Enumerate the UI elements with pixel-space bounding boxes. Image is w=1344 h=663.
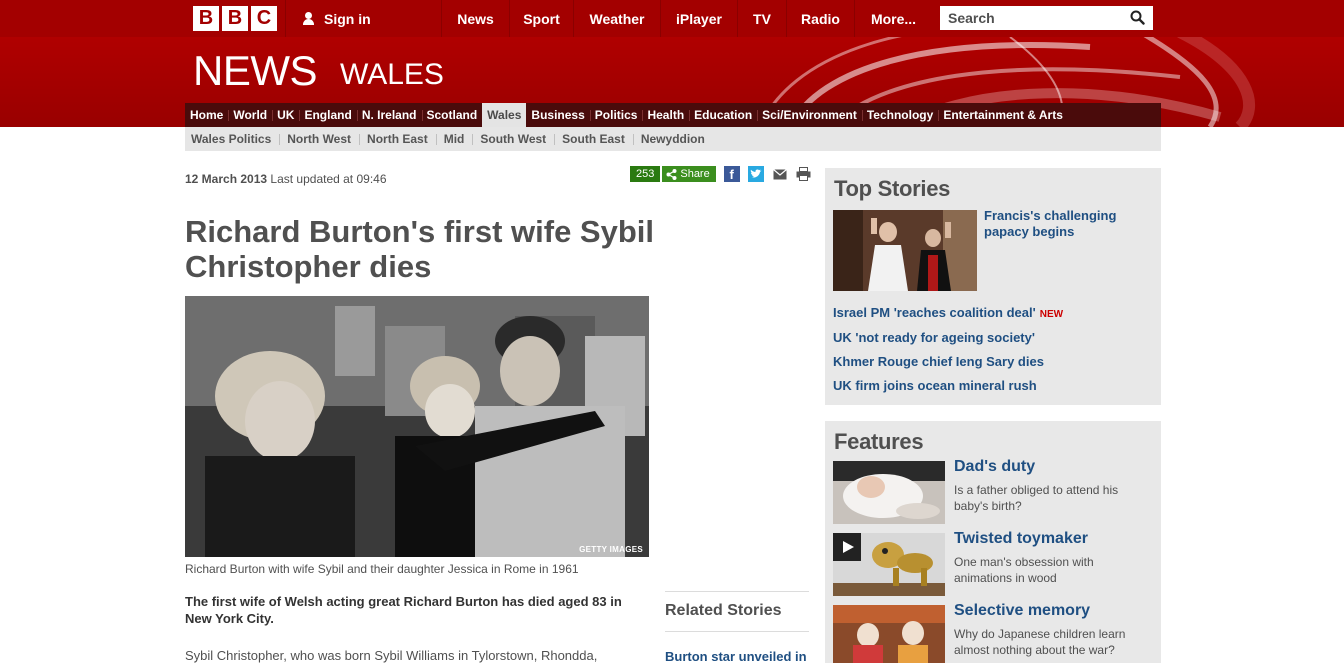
global-nav-more[interactable]: More... <box>855 0 932 37</box>
story-headline: Richard Burton's first wife Sybil Christ… <box>185 214 654 284</box>
related-story-link[interactable]: Burton star unveiled in <box>665 649 807 663</box>
feature-thumbnail[interactable] <box>833 605 945 663</box>
feature-thumbnail[interactable] <box>833 533 945 596</box>
top-story-link[interactable]: Khmer Rouge chief Ieng Sary dies <box>833 354 1044 369</box>
share-icon <box>666 168 677 180</box>
sign-in-button[interactable]: Sign in <box>302 0 371 37</box>
video-play-icon[interactable] <box>833 533 861 561</box>
share-tools: 253 Share f <box>630 166 812 182</box>
sub-nav-north-east[interactable]: North East <box>359 132 436 146</box>
story-intro: The first wife of Welsh acting great Ric… <box>185 594 622 626</box>
print-icon[interactable] <box>796 166 812 182</box>
section-nav-scotland[interactable]: Scotland <box>421 103 483 127</box>
feature-title-link[interactable]: Dad's duty <box>954 458 1035 476</box>
feature-description: Why do Japanese children learn almost no… <box>954 627 1126 657</box>
global-header: B B C Sign in News Sport Weather iPlayer… <box>0 0 1344 37</box>
feature-thumbnail[interactable] <box>833 461 945 524</box>
section-nav-technology[interactable]: Technology <box>861 103 938 127</box>
sign-in-label: Sign in <box>324 10 371 27</box>
bbc-logo[interactable]: B B C <box>193 6 277 31</box>
divider <box>665 591 809 592</box>
section-nav-n-ireland[interactable]: N. Ireland <box>356 103 422 127</box>
global-nav-radio[interactable]: Radio <box>787 0 854 37</box>
sub-nav-north-west[interactable]: North West <box>279 132 359 146</box>
top-stories-panel: Top Stories Francis's challenging papacy… <box>825 168 1161 405</box>
photo-credit: GETTY IMAGES <box>579 545 643 554</box>
top-story-thumbnail[interactable] <box>833 210 977 291</box>
global-nav-sport[interactable]: Sport <box>510 0 573 37</box>
section-nav-entertainment-arts[interactable]: Entertainment & Arts <box>938 103 1068 127</box>
story-photo[interactable]: GETTY IMAGES <box>185 296 649 557</box>
top-stories-title: Top Stories <box>834 176 951 201</box>
story-body: Sybil Christopher, who was born Sybil Wi… <box>185 648 598 663</box>
bbc-logo-letter: B <box>222 6 248 31</box>
global-nav-news[interactable]: News <box>442 0 509 37</box>
section-nav-wales[interactable]: Wales <box>482 103 527 127</box>
envelope-glyph <box>772 168 787 179</box>
section-nav-health[interactable]: Health <box>642 103 689 127</box>
feature-title-link[interactable]: Selective memory <box>954 602 1090 620</box>
section-nav-education[interactable]: Education <box>689 103 757 127</box>
search-icon[interactable] <box>1130 10 1145 25</box>
top-story-link[interactable]: UK firm joins ocean mineral rush <box>833 378 1037 393</box>
section-nav-business[interactable]: Business <box>526 103 589 127</box>
story-date: 12 March 2013 <box>185 172 268 186</box>
share-count: 253 <box>630 166 661 182</box>
section-nav-politics[interactable]: Politics <box>589 103 643 127</box>
section-nav-world[interactable]: World <box>228 103 272 127</box>
section-nav-home[interactable]: Home <box>185 103 228 127</box>
story-dateline: 12 March 2013 Last updated at 09:46 <box>185 172 387 186</box>
divider <box>285 0 286 37</box>
feature-description: One man's obsession with animations in w… <box>954 555 1094 585</box>
sub-nav-south-east[interactable]: South East <box>554 132 633 146</box>
search-box <box>940 6 1153 30</box>
user-icon <box>302 12 315 25</box>
twitter-icon[interactable] <box>747 166 764 182</box>
features-title: Features <box>834 429 924 454</box>
bbc-logo-letter: C <box>251 6 277 31</box>
share-button[interactable]: Share <box>662 166 716 182</box>
facebook-icon[interactable]: f <box>723 166 740 182</box>
edition-title[interactable]: WALES <box>340 58 444 92</box>
thumbnail-illustration <box>833 210 977 291</box>
feature-description: Is a father obliged to attend his baby's… <box>954 483 1119 513</box>
story-updated: Last updated at 09:46 <box>270 172 387 186</box>
section-nav-sci-environment[interactable]: Sci/Environment <box>757 103 862 127</box>
section-nav: Home World UK England N. Ireland Scotlan… <box>185 103 1161 127</box>
twitter-bird-glyph <box>750 169 762 178</box>
share-label: Share <box>680 168 710 180</box>
global-nav-weather[interactable]: Weather <box>574 0 660 37</box>
section-nav-england[interactable]: England <box>299 103 356 127</box>
top-story-link[interactable]: UK 'not ready for ageing society' <box>833 330 1035 345</box>
global-nav-iplayer[interactable]: iPlayer <box>661 0 737 37</box>
search-input[interactable] <box>940 7 1120 29</box>
sub-nav-newyddion[interactable]: Newyddion <box>632 132 713 146</box>
bbc-logo-letter: B <box>193 6 219 31</box>
new-badge: NEW <box>1039 309 1064 320</box>
top-story-link[interactable]: Israel PM 'reaches coalition deal' NEW <box>833 305 1063 320</box>
features-panel: Features Dad's duty Is a father obliged … <box>825 421 1161 663</box>
photo-caption: Richard Burton with wife Sybil and their… <box>185 562 579 576</box>
sub-nav-mid[interactable]: Mid <box>435 132 473 146</box>
section-nav-uk[interactable]: UK <box>272 103 299 127</box>
top-story-lead-link[interactable]: Francis's challenging papacy begins <box>984 208 1144 240</box>
news-brand[interactable]: NEWS <box>193 47 318 95</box>
global-nav-tv[interactable]: TV <box>738 0 786 37</box>
divider <box>665 631 809 632</box>
thumbnail-illustration <box>833 605 945 663</box>
feature-title-link[interactable]: Twisted toymaker <box>954 530 1088 548</box>
sub-nav-south-west[interactable]: South West <box>472 132 554 146</box>
printer-glyph <box>796 167 811 181</box>
email-icon[interactable] <box>772 166 788 182</box>
top-story-link-text: Israel PM 'reaches coalition deal' <box>833 305 1036 320</box>
related-stories-title: Related Stories <box>665 602 782 619</box>
photo-illustration <box>185 296 649 557</box>
sub-nav: Wales Politics North West North East Mid… <box>185 127 1161 151</box>
thumbnail-illustration <box>833 461 945 524</box>
sub-nav-wales-politics[interactable]: Wales Politics <box>185 132 279 146</box>
